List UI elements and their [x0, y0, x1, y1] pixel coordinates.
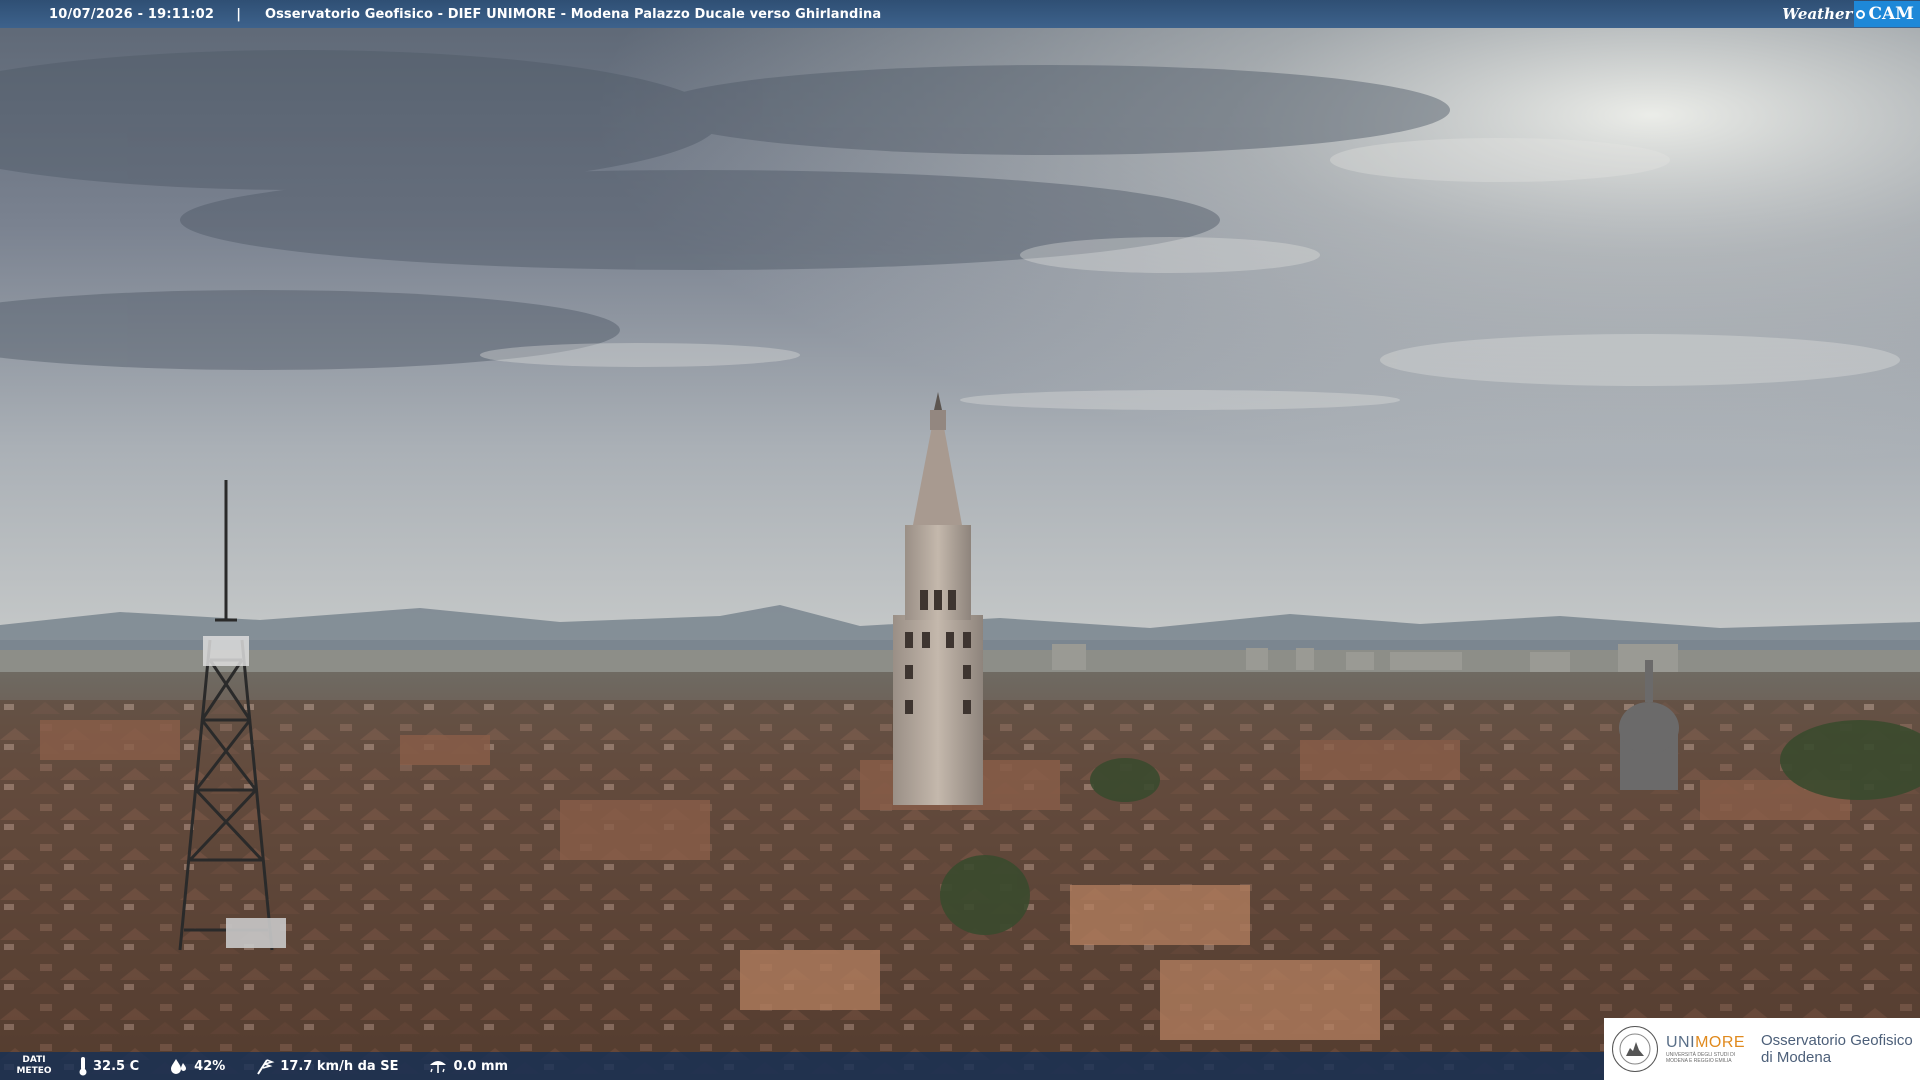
webcam-image	[0, 0, 1920, 1080]
unimore-name-part2: MORE	[1695, 1034, 1746, 1051]
dati-label-line1: DATI	[22, 1055, 46, 1065]
rain-value: 0.0 mm	[453, 1058, 509, 1074]
timestamp: 10/07/2026 - 19:11:02	[49, 6, 215, 22]
temperature-reading: 32.5 C	[78, 1056, 139, 1076]
observatory-line2: di Modena	[1761, 1049, 1832, 1066]
observatory-name: Osservatorio Geofisico di Modena	[1761, 1032, 1913, 1066]
temperature-value: 32.5 C	[93, 1058, 140, 1074]
dati-label-line2: METEO	[16, 1066, 52, 1076]
humidity-value: 42%	[194, 1058, 226, 1074]
header-separator: |	[236, 6, 241, 22]
wind-reading: 17.7 km/h da SE	[255, 1056, 398, 1076]
weathercam-logo: Weather CAM	[1782, 0, 1920, 28]
camera-title: Osservatorio Geofisico - DIEF UNIMORE - …	[264, 6, 882, 22]
header-bar: 10/07/2026 - 19:11:02 | Osservatorio Geo…	[0, 0, 1920, 28]
weathercam-logo-prefix: Weather	[1782, 5, 1853, 23]
humidity-reading: 42%	[169, 1057, 225, 1075]
weathercam-logo-badge: CAM	[1854, 1, 1920, 27]
wind-icon	[257, 1059, 275, 1075]
rain-reading: 0.0 mm	[428, 1057, 508, 1075]
weathercam-logo-suffix: CAM	[1868, 4, 1914, 24]
unimore-name: UNIMORE	[1666, 1034, 1751, 1052]
camera-lens-icon	[1856, 9, 1866, 19]
unimore-logo-box: UNIMORE UNIVERSITÀ DEGLI STUDI DI MODENA…	[1604, 1018, 1920, 1080]
observatory-line1: Osservatorio Geofisico	[1761, 1032, 1913, 1049]
rain-gauge-icon	[430, 1061, 447, 1073]
unimore-subtitle: UNIVERSITÀ DEGLI STUDI DI MODENA E REGGI…	[1666, 1052, 1736, 1064]
unimore-wordmark: UNIMORE UNIVERSITÀ DEGLI STUDI DI MODENA…	[1666, 1034, 1751, 1064]
thermometer-icon	[79, 1057, 87, 1076]
university-seal-icon	[1612, 1026, 1658, 1072]
dati-meteo-label: DATI METEO	[0, 1055, 68, 1077]
humidity-drop-icon	[171, 1059, 187, 1074]
unimore-name-part1: UNI	[1666, 1034, 1696, 1051]
wind-value: 17.7 km/h da SE	[280, 1058, 399, 1074]
